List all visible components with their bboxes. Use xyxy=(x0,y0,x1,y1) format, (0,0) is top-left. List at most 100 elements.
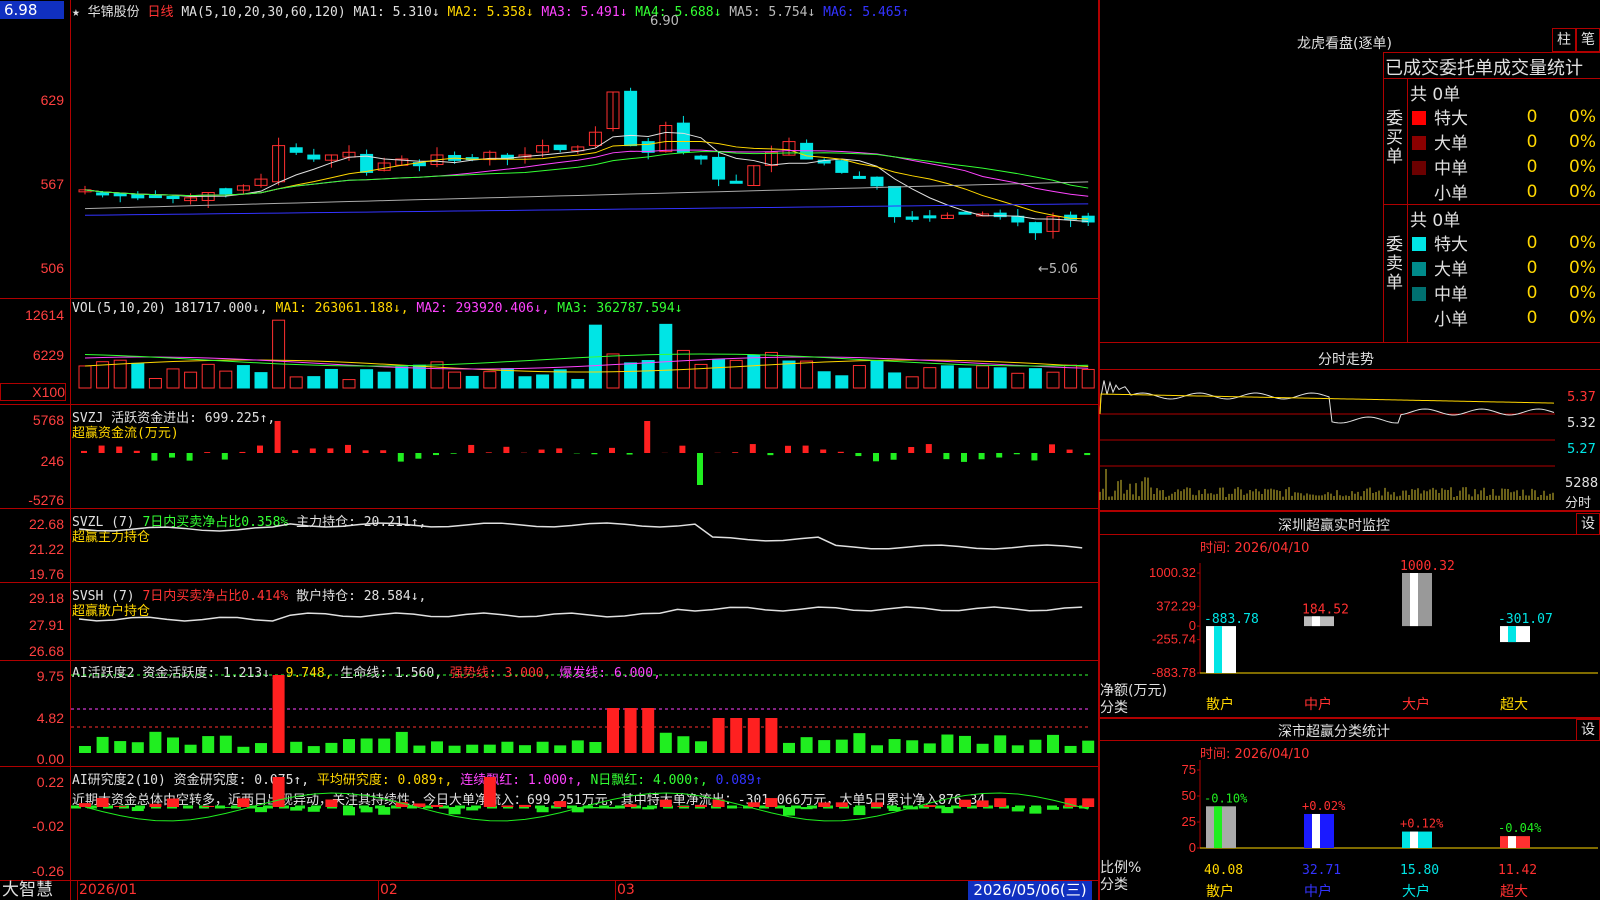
flow-bar xyxy=(802,445,809,453)
vol-ma-line xyxy=(84,356,1089,370)
period-label[interactable]: 日线 xyxy=(148,5,174,20)
volume-bar xyxy=(729,359,743,389)
category-label: 中户 xyxy=(1304,883,1332,899)
change-label: -0.04% xyxy=(1498,821,1542,835)
research-bar xyxy=(237,798,250,807)
tab-bar[interactable]: 柱 xyxy=(1552,28,1576,52)
volume-bar xyxy=(606,353,620,389)
candle xyxy=(166,196,180,200)
volume-bar xyxy=(201,363,215,389)
value-bar-highlight xyxy=(1410,831,1418,848)
svzj-chart[interactable] xyxy=(71,405,1098,508)
research-bar xyxy=(941,807,954,814)
svsh-chart[interactable] xyxy=(71,583,1098,660)
classify-settings-button[interactable]: 设 xyxy=(1576,719,1600,741)
research-bar xyxy=(765,798,778,807)
research-bar xyxy=(378,807,391,815)
activity-bar xyxy=(79,745,91,753)
flow-bar xyxy=(556,448,563,453)
flow-bar xyxy=(81,450,87,453)
current-date[interactable]: 2026/05/06(三) xyxy=(968,881,1092,900)
activity-bar xyxy=(290,741,303,753)
activity-bar xyxy=(607,708,619,753)
activity-bar xyxy=(413,745,426,753)
research-bar xyxy=(624,804,637,807)
flow-bar xyxy=(485,452,492,453)
svzl-tick: 21.22 xyxy=(28,541,64,557)
data-label: -301.07 xyxy=(1498,612,1553,627)
data-label: 184.52 xyxy=(1302,602,1349,617)
flow-bar xyxy=(116,446,123,453)
activity-bar xyxy=(343,739,355,753)
flow-bar xyxy=(749,444,756,453)
lhb-border xyxy=(1383,204,1600,205)
flow-bar xyxy=(1031,453,1038,461)
color-swatch xyxy=(1412,136,1426,150)
research-bar xyxy=(131,807,144,812)
volume-bar xyxy=(782,360,796,389)
kline-chart[interactable] xyxy=(71,20,1098,298)
star-icon[interactable]: ★ xyxy=(72,5,80,20)
buy-label: 委买单 xyxy=(1386,109,1403,167)
activity-bar xyxy=(114,741,127,753)
ai2-chart[interactable] xyxy=(71,767,1098,880)
vol-value: 181717.000↓, xyxy=(173,301,268,316)
ai1-chart[interactable] xyxy=(71,661,1098,766)
research-bar xyxy=(255,807,267,813)
svzj-tick: -5276 xyxy=(28,492,64,508)
candle xyxy=(307,154,321,160)
fenshi-chart[interactable] xyxy=(1099,370,1565,510)
volume-bar xyxy=(1081,368,1095,389)
ai2-tick: -0.02 xyxy=(32,818,64,834)
tab-tick[interactable]: 笔 xyxy=(1576,28,1600,52)
research-bar xyxy=(219,807,232,808)
flow-bar xyxy=(1084,453,1091,456)
activity-bar xyxy=(677,736,690,753)
flow-bar xyxy=(133,450,140,453)
activity-bar xyxy=(307,746,320,753)
color-swatch xyxy=(1412,287,1426,301)
flow-bar xyxy=(943,453,950,460)
monitor-settings-button[interactable]: 设 xyxy=(1576,513,1600,535)
flow-bar xyxy=(415,453,422,459)
volume-bar xyxy=(430,361,444,389)
holding-line xyxy=(78,522,1083,550)
fenshi-tick: 5.27 xyxy=(1567,442,1596,457)
candle xyxy=(712,156,726,180)
research-bar xyxy=(114,806,127,807)
activity-bar xyxy=(835,739,848,753)
volume-bar xyxy=(166,368,180,389)
axis-tick: -255.74 xyxy=(1152,632,1196,647)
activity-bar xyxy=(994,735,1007,753)
activity-bar xyxy=(395,731,408,753)
volume-bar xyxy=(500,368,514,389)
candle xyxy=(624,90,638,147)
research-bar xyxy=(835,802,848,807)
ma-line xyxy=(84,203,1089,216)
value-bar-highlight xyxy=(1410,573,1418,627)
activity-bar xyxy=(202,736,215,753)
activity-bar xyxy=(96,736,109,753)
flow-bar xyxy=(767,453,774,456)
volume-bar xyxy=(571,378,585,389)
high-mark: 6.90 xyxy=(650,14,679,29)
svzl-chart[interactable] xyxy=(71,509,1098,582)
candle xyxy=(888,185,902,218)
ma-item: MA2: 5.358↓ xyxy=(439,5,534,20)
flow-bar xyxy=(362,450,369,453)
category-label: 中户 xyxy=(1304,696,1332,712)
research-bar xyxy=(431,804,443,807)
activity-bar xyxy=(906,740,919,753)
volume-bar xyxy=(852,365,866,389)
activity-bar xyxy=(659,732,672,753)
volume-bar xyxy=(1064,364,1078,389)
flow-bar xyxy=(538,449,545,453)
axis-tick: 1000.32 xyxy=(1149,565,1196,580)
data-label: 11.42 xyxy=(1498,863,1537,878)
volume-chart[interactable] xyxy=(71,318,1098,404)
vol-tick: X100 xyxy=(0,383,66,401)
flow-bar xyxy=(785,445,791,453)
flow-bar xyxy=(345,444,351,453)
date-label: 2026/01 xyxy=(79,882,138,898)
avg-line xyxy=(1099,393,1555,415)
